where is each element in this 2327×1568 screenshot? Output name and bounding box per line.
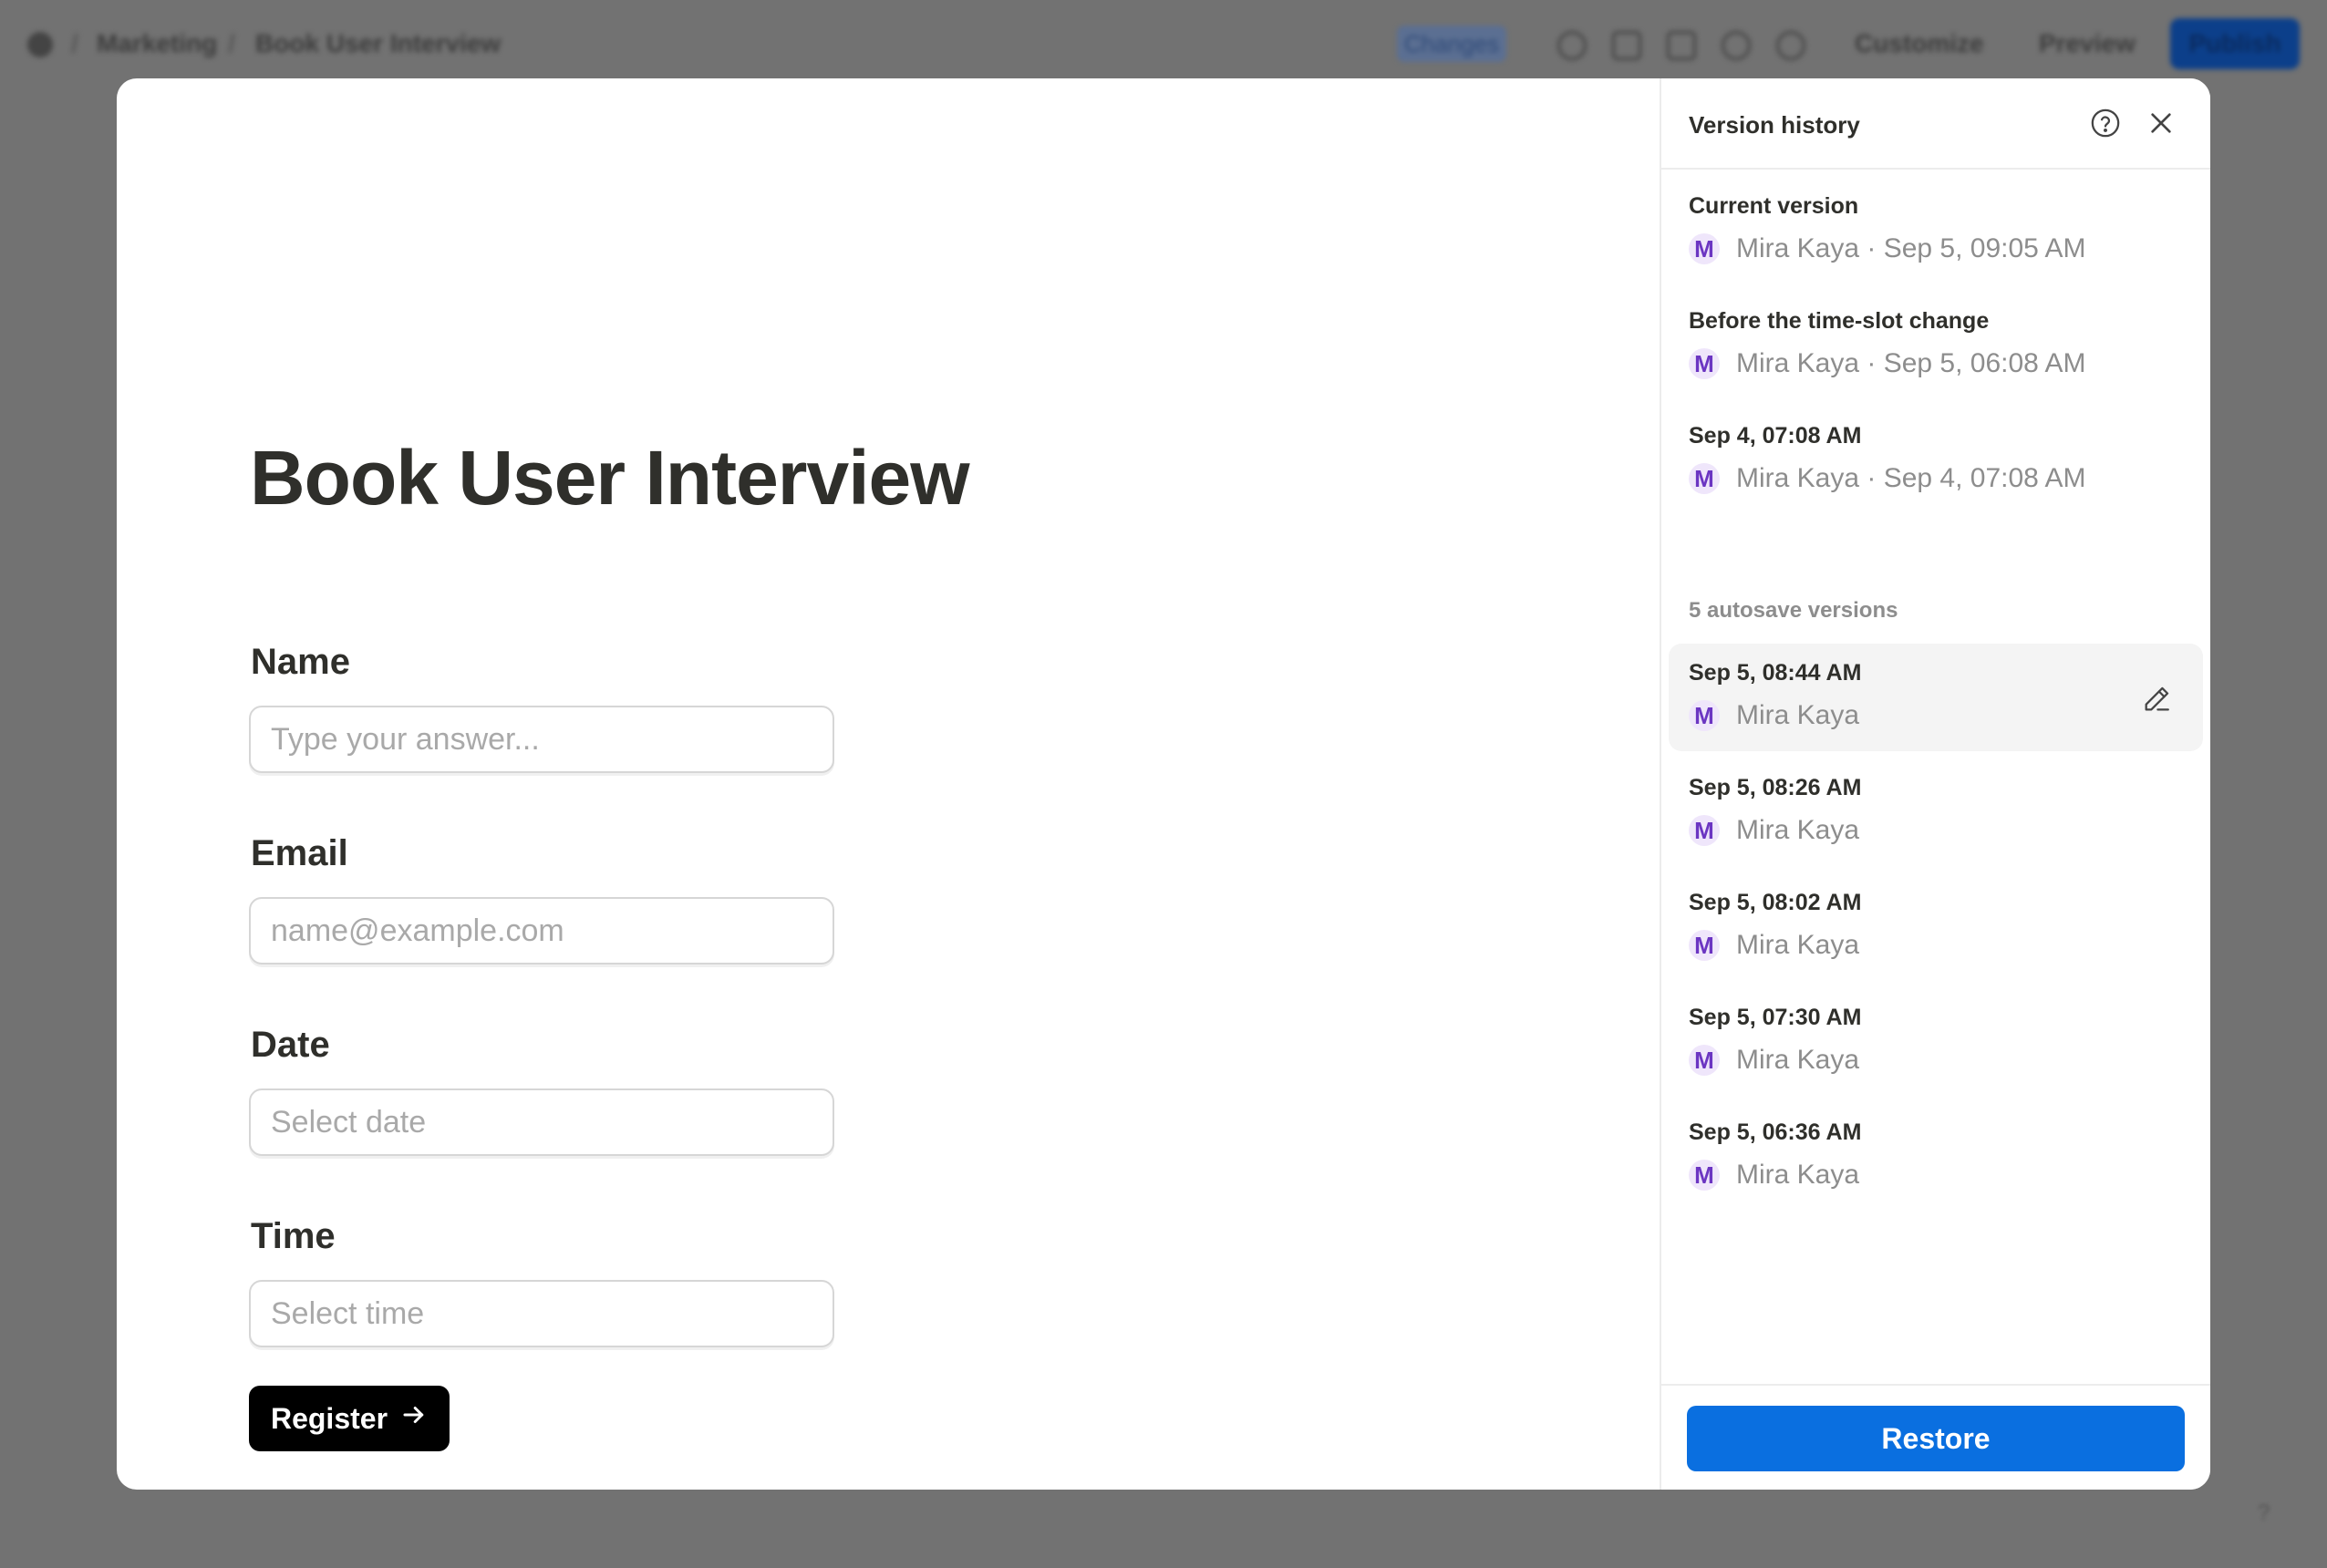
avatar: M: [1689, 700, 1720, 731]
avatar: M: [1689, 815, 1720, 846]
version-history-footer: Restore: [1661, 1384, 2210, 1490]
version-item-meta: Mira Kaya · Sep 4, 07:08 AM: [1736, 463, 2086, 493]
autosave-item[interactable]: Sep 5, 08:26 AM M Mira Kaya: [1669, 758, 2203, 866]
autosave-section-label: 5 autosave versions: [1689, 598, 1898, 623]
email-input[interactable]: [249, 897, 834, 965]
pencil-icon[interactable]: [2141, 684, 2172, 715]
customize-link: Customize: [1855, 29, 1984, 57]
restore-button[interactable]: Restore: [1687, 1406, 2185, 1471]
date-label: Date: [251, 1025, 330, 1065]
version-item-meta: Mira Kaya: [1736, 1045, 1860, 1075]
autosave-item-selected[interactable]: Sep 5, 08:44 AM M Mira Kaya: [1669, 644, 2203, 751]
name-label: Name: [251, 642, 350, 682]
version-item-meta: Mira Kaya: [1736, 815, 1860, 845]
autosave-item[interactable]: Sep 5, 06:36 AM M Mira Kaya: [1669, 1103, 2203, 1211]
avatar: M: [1689, 233, 1720, 264]
form-preview: Book User Interview Name Email Date Time…: [117, 78, 1660, 1490]
version-history-title: Version history: [1689, 111, 1860, 139]
version-item-title: Sep 5, 08:26 AM: [1689, 775, 1862, 800]
version-item-named[interactable]: Sep 4, 07:08 AM M Mira Kaya · Sep 4, 07:…: [1669, 407, 2203, 514]
close-icon[interactable]: [2146, 108, 2176, 138]
version-item-title: Current version: [1689, 193, 1859, 219]
share-icon: [1667, 31, 1696, 60]
version-item-title: Before the time-slot change: [1689, 308, 1990, 334]
version-item-meta: Mira Kaya · Sep 5, 09:05 AM: [1736, 233, 2086, 263]
version-item-title: Sep 5, 07:30 AM: [1689, 1005, 1862, 1030]
version-item-title: Sep 4, 07:08 AM: [1689, 423, 1862, 449]
help-circle-icon[interactable]: [2090, 108, 2121, 139]
version-item-meta: Mira Kaya: [1736, 1160, 1860, 1190]
breadcrumb-workspace: Marketing: [97, 29, 218, 57]
settings-icon: [1776, 31, 1805, 60]
breadcrumb-separator: /: [71, 29, 78, 57]
version-item-meta: Mira Kaya: [1736, 700, 1860, 730]
background-toolbar: / Marketing / Book User Interview Change…: [0, 0, 2327, 91]
history-icon: [1722, 31, 1751, 60]
autosave-item[interactable]: Sep 5, 08:02 AM M Mira Kaya: [1669, 873, 2203, 981]
register-button[interactable]: Register: [249, 1386, 450, 1451]
version-item-named[interactable]: Before the time-slot change M Mira Kaya …: [1669, 292, 2203, 399]
breadcrumb-page: Book User Interview: [255, 29, 502, 57]
preview-link: Preview: [2039, 29, 2136, 57]
breadcrumb-separator: /: [228, 29, 235, 57]
date-input[interactable]: [249, 1088, 834, 1156]
pin-icon: [1557, 31, 1587, 60]
help-corner-label: ?: [2258, 1501, 2270, 1525]
version-history-panel: Version history Current version M Mira K…: [1660, 78, 2210, 1490]
version-item-title: Sep 5, 08:44 AM: [1689, 660, 1862, 686]
version-item-title: Sep 5, 06:36 AM: [1689, 1119, 1862, 1145]
name-input[interactable]: [249, 706, 834, 773]
avatar: M: [1689, 1160, 1720, 1191]
avatar: M: [1689, 348, 1720, 379]
version-history-modal: Book User Interview Name Email Date Time…: [117, 78, 2210, 1490]
app-logo-icon: [27, 32, 53, 57]
avatar: M: [1689, 1045, 1720, 1076]
time-input[interactable]: [249, 1280, 834, 1347]
form-title: Book User Interview: [250, 435, 970, 521]
version-item-current[interactable]: Current version M Mira Kaya · Sep 5, 09:…: [1669, 177, 2203, 284]
email-label: Email: [251, 833, 348, 873]
register-button-label: Register: [270, 1401, 388, 1435]
version-item-title: Sep 5, 08:02 AM: [1689, 890, 1862, 915]
version-item-meta: Mira Kaya · Sep 5, 06:08 AM: [1736, 348, 2086, 378]
avatar: M: [1689, 463, 1720, 494]
time-label: Time: [251, 1216, 336, 1256]
autosave-item[interactable]: Sep 5, 07:30 AM M Mira Kaya: [1669, 988, 2203, 1096]
arrow-right-icon: [400, 1401, 428, 1436]
avatar: M: [1689, 930, 1720, 961]
changes-badge: Changes: [1397, 26, 1506, 62]
version-item-meta: Mira Kaya: [1736, 930, 1860, 960]
publish-button: Publish: [2170, 18, 2300, 69]
version-history-header: Version history: [1661, 78, 2210, 170]
calendar-icon: [1612, 31, 1641, 60]
